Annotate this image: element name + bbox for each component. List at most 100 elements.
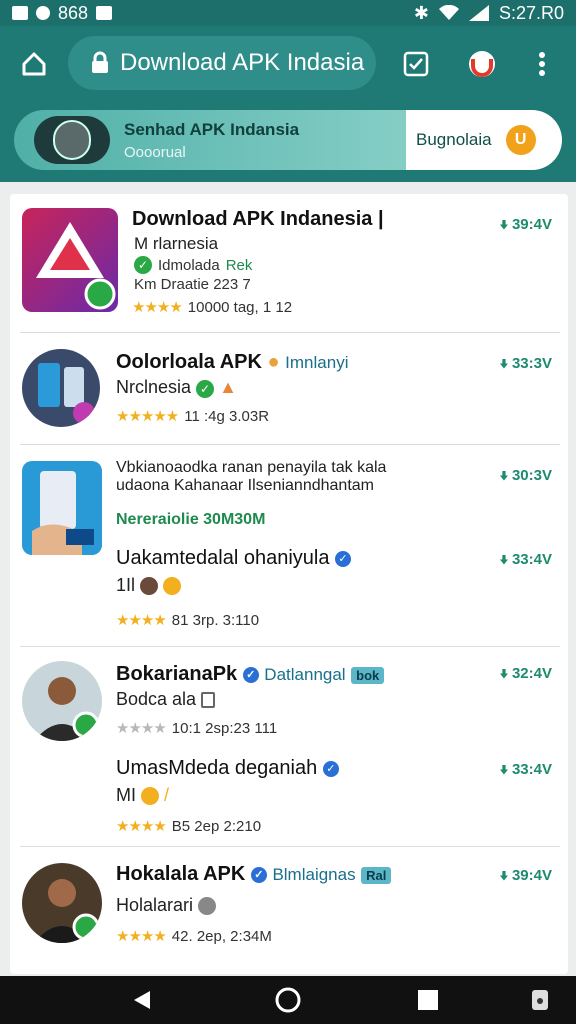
signal-icon	[468, 5, 489, 21]
rating-stars-icon: ★★★★★	[116, 408, 179, 425]
bluetooth-icon: ✱	[413, 2, 429, 23]
promo-banner[interactable]: Senhad APK Indansia Oooorual Bugnolaia U	[14, 110, 562, 170]
tabs-button[interactable]	[396, 44, 436, 84]
download-size[interactable]: 39:4V	[499, 867, 552, 884]
browser-toolbar: Download APK Indasia	[0, 26, 576, 102]
download-size[interactable]: 39:4V	[499, 216, 552, 233]
list-item[interactable]: Hokalala APK ✓ Blmlaignas Ral Holalarari…	[10, 847, 568, 967]
rating-text: 81 3rp. 3:110	[171, 611, 260, 629]
verified-check-icon: ✓	[196, 380, 215, 398]
download-size[interactable]: 30:3V	[499, 467, 552, 484]
status-time: S:27.R0	[498, 2, 564, 23]
shield-u-icon	[469, 51, 495, 77]
list-item[interactable]: BokarianaPk ✓ Datlanngal bok Bodca ala ★…	[10, 647, 568, 845]
app-icon	[22, 349, 100, 427]
app-tag: bok	[351, 667, 385, 684]
app-subtitle: M rlarnesia	[134, 234, 219, 253]
home-circle-icon	[275, 987, 301, 1013]
download-size[interactable]: 33:4V	[499, 551, 552, 568]
download-icon	[499, 358, 508, 369]
back-button[interactable]	[126, 984, 158, 1016]
wifi-icon	[438, 5, 459, 20]
notification-icon	[96, 6, 113, 20]
fire-icon: ▲	[219, 377, 237, 397]
download-size[interactable]: 33:4V	[499, 761, 552, 778]
status-bar: 868 ✱ S:27.R0	[0, 0, 576, 26]
app-subtitle: Holalarari	[116, 895, 194, 915]
app-tag: Ral	[361, 867, 392, 884]
banner-badge-icon: U	[505, 125, 536, 155]
menu-button[interactable]	[522, 44, 562, 84]
verified-badge-icon: ✓	[242, 666, 259, 683]
rating-text: 10000 tag, 1 12	[187, 298, 293, 316]
app-description-line2: udaona Kahanaar Ilsenianndhantam	[116, 477, 374, 494]
recents-button[interactable]	[412, 984, 444, 1016]
app-title: UmasMdeda deganiah	[116, 757, 318, 779]
app-title: Hokalala APK	[116, 863, 246, 885]
back-icon	[134, 991, 150, 1009]
banner-title: Senhad APK Indansia	[124, 120, 300, 139]
emoji-icon: ●	[267, 351, 280, 373]
app-developer: Idmolada	[158, 256, 220, 274]
lock-icon	[90, 51, 110, 75]
image-notification-icon	[12, 6, 28, 20]
url-bar[interactable]: Download APK Indasia	[68, 36, 376, 90]
download-size[interactable]: 33:3V	[499, 355, 552, 372]
banner-action[interactable]: Bugnolaia U	[406, 110, 562, 170]
app-tag: Rek	[225, 256, 253, 274]
app-subtitle: Bodca ala	[116, 689, 197, 709]
rating-stars-icon: ★★★★	[132, 299, 183, 316]
app-title-suffix: Imnlanyi	[285, 353, 349, 372]
download-icon	[499, 554, 508, 565]
download-icon	[499, 219, 508, 230]
checkbox-icon	[403, 51, 429, 77]
extension-button[interactable]	[462, 44, 502, 84]
rating-stars-icon: ★★★★	[116, 720, 167, 737]
list-item[interactable]: Oolorloala APK ● Imnlanyi Nrclnesia ✓ ▲ …	[10, 333, 568, 443]
app-title: Download APK Indanesia |	[132, 208, 384, 230]
size-text: 39:4V	[511, 216, 552, 233]
app-title: BokarianaPk	[116, 663, 238, 685]
download-icon	[499, 870, 508, 881]
app-title: Uakamtedalal ohaniyula	[116, 547, 330, 569]
rating-stars-icon: ★★★★	[116, 818, 167, 835]
url-title: Download APK Indasia	[120, 49, 365, 76]
rating-text: 10:1 2sp:23 111	[171, 719, 278, 737]
status-left-text: 868	[58, 2, 89, 23]
app-subtitle: 1Il	[116, 575, 136, 595]
home-icon	[22, 52, 46, 76]
app-info: Km Draatie 223 7	[134, 276, 251, 293]
pen-icon: /	[164, 785, 170, 805]
home-button[interactable]	[14, 44, 54, 84]
banner-subtitle: Oooorual	[124, 144, 186, 161]
navigation-bar	[0, 976, 576, 1024]
app-icon	[22, 461, 102, 555]
app-title-suffix: Blmlaignas	[272, 865, 356, 884]
size-text: 32:4V	[511, 665, 552, 682]
app-subtitle: Nrclnesia	[116, 377, 192, 397]
emoji-icon	[163, 577, 182, 596]
rating-stars-icon: ★★★★	[116, 612, 167, 629]
list-item[interactable]: Vbkianoaodka ranan penayila tak kala uda…	[10, 445, 568, 645]
app-notification-icon	[36, 6, 50, 20]
size-text: 33:4V	[511, 551, 552, 568]
download-size[interactable]: 32:4V	[499, 665, 552, 682]
app-version: Nereraiolie 30M30M	[116, 511, 266, 528]
verified-badge-icon: ✓	[250, 866, 267, 883]
keyboard-icon	[532, 990, 548, 1010]
app-avatar	[22, 661, 102, 741]
verified-check-icon: ✓	[134, 256, 152, 274]
app-title-suffix: Datlanngal	[264, 665, 346, 684]
banner-right-label: Bugnolaia	[416, 130, 492, 149]
verified-badge-icon: ✓	[322, 760, 339, 777]
rating-text: 11 :4g 3.03R	[184, 407, 270, 425]
keyboard-button[interactable]	[524, 984, 556, 1016]
verified-badge-icon: ✓	[335, 550, 352, 567]
download-icon	[499, 668, 508, 679]
rating-stars-icon: ★★★★	[116, 928, 167, 945]
size-text: 33:4V	[511, 761, 552, 778]
home-nav-button[interactable]	[272, 984, 304, 1016]
lock-small-icon	[201, 692, 216, 709]
list-item[interactable]: Download APK Indanesia | M rlarnesia ✓ I…	[10, 194, 568, 332]
app-list: Download APK Indanesia | M rlarnesia ✓ I…	[10, 194, 568, 974]
